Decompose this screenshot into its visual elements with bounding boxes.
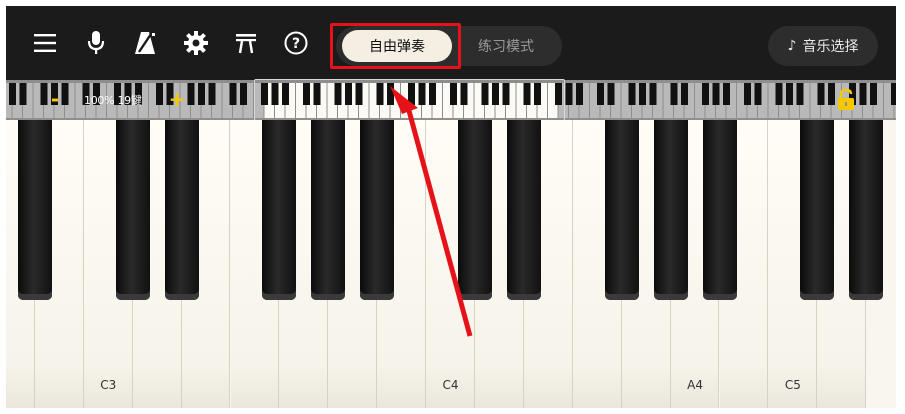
mini-black-key — [156, 83, 163, 105]
black-key[interactable] — [506, 120, 541, 300]
zoom-level-text: 100% 19键 — [84, 94, 142, 107]
mini-black-key — [891, 83, 896, 105]
mini-black-key — [19, 83, 27, 105]
mini-black-key — [9, 83, 16, 105]
key-label-c3: C3 — [100, 378, 117, 392]
mode-switch: 自由弹奏 练习模式 — [336, 26, 562, 66]
black-key[interactable] — [360, 120, 395, 300]
music-note-icon: ♪ — [787, 38, 797, 54]
mini-black-key — [786, 83, 793, 105]
settings-gear-icon[interactable] — [181, 28, 211, 58]
black-key[interactable] — [653, 120, 688, 300]
mini-black-key — [723, 83, 730, 105]
mini-black-key — [576, 83, 583, 105]
zoom-out-button[interactable]: - — [46, 87, 64, 111]
tab-free-play[interactable]: 自由弹奏 — [342, 30, 452, 62]
mini-black-key — [681, 83, 688, 105]
black-key[interactable] — [17, 120, 52, 300]
black-key[interactable] — [800, 120, 835, 300]
black-key[interactable] — [262, 120, 297, 300]
mini-black-key — [817, 83, 825, 105]
mini-black-key — [712, 83, 720, 105]
top-toolbar: ? 自由弹奏 练习模式 ♪ 音乐选择 — [6, 6, 896, 80]
zoom-in-button[interactable]: + — [168, 87, 186, 111]
menu-icon[interactable] — [30, 28, 60, 58]
mini-black-key — [240, 83, 247, 105]
mini-black-key — [744, 83, 751, 105]
mini-black-key — [565, 83, 573, 105]
mini-black-key — [859, 83, 867, 105]
mini-black-key — [649, 83, 657, 105]
mini-black-key — [775, 83, 783, 105]
black-key[interactable] — [702, 120, 737, 300]
navigator-visible-window[interactable] — [254, 79, 565, 121]
black-key[interactable] — [458, 120, 492, 300]
mini-black-key — [639, 83, 646, 105]
key-label-a4: A4 — [687, 378, 703, 392]
piano-keyboard: C3 C4 A4 C5 — [6, 120, 896, 408]
mini-black-key — [670, 83, 678, 105]
mini-black-key — [796, 83, 804, 105]
black-key[interactable] — [115, 120, 150, 300]
metronome-icon[interactable] — [131, 28, 161, 58]
black-key[interactable] — [164, 120, 199, 300]
mini-black-key — [828, 83, 835, 105]
microphone-icon[interactable] — [81, 28, 111, 58]
unlock-icon[interactable] — [836, 88, 856, 112]
mini-black-key — [597, 83, 604, 105]
svg-text:?: ? — [292, 36, 300, 52]
pi-icon[interactable] — [231, 28, 261, 58]
mini-black-key — [607, 83, 615, 105]
mini-black-key — [702, 83, 709, 105]
black-key[interactable] — [311, 120, 346, 300]
mini-black-key — [208, 83, 216, 105]
music-select-label: 音乐选择 — [802, 39, 859, 55]
help-icon[interactable]: ? — [281, 28, 311, 58]
mini-black-key — [198, 83, 205, 105]
music-select-button[interactable]: ♪ 音乐选择 — [768, 26, 878, 66]
mini-black-key — [870, 83, 877, 105]
black-key[interactable] — [849, 120, 884, 300]
key-label-c5: C5 — [784, 378, 801, 392]
mini-black-key — [187, 83, 195, 105]
mini-black-key — [754, 83, 762, 105]
tab-practice-mode[interactable]: 练习模式 — [456, 30, 556, 62]
app-window: ? 自由弹奏 练习模式 ♪ 音乐选择 - 100% 19键 + C3 C4 A4 C5 — [6, 6, 896, 408]
key-label-c4: C4 — [442, 378, 459, 392]
black-key[interactable] — [604, 120, 639, 300]
mini-black-key — [229, 83, 237, 105]
mini-black-key — [628, 83, 636, 105]
